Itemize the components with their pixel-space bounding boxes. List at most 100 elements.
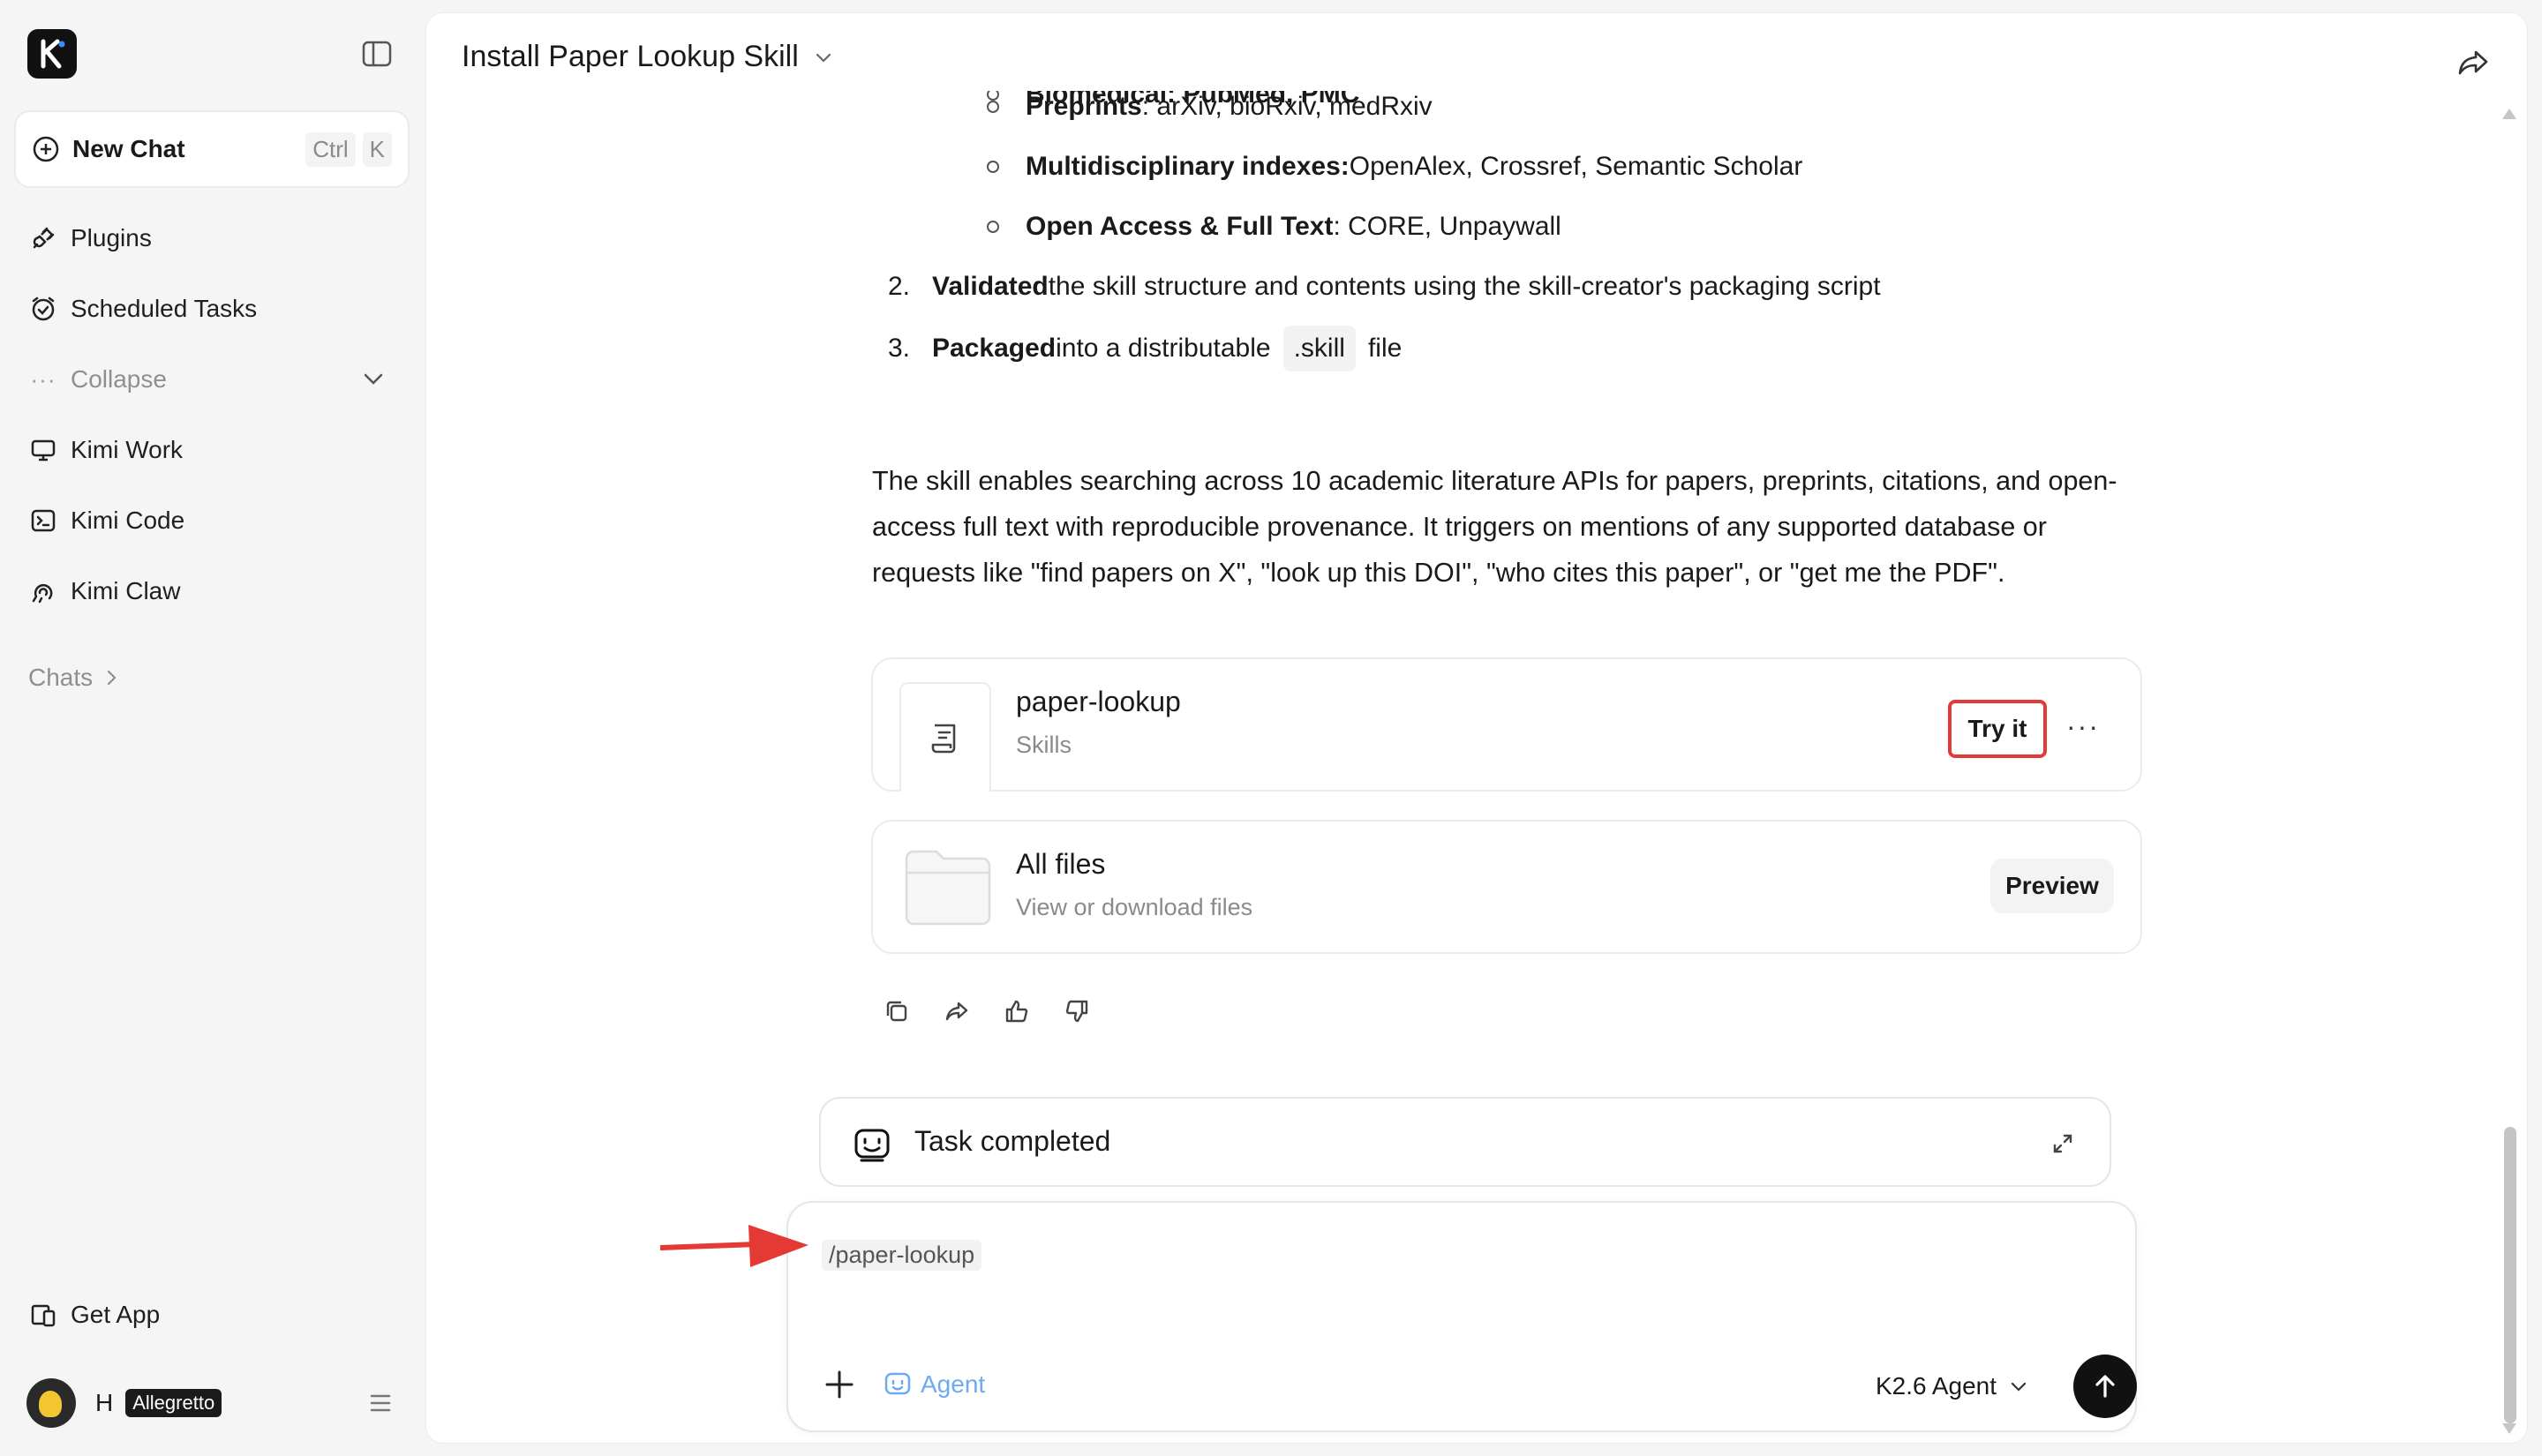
get-app-label: Get App	[71, 1301, 161, 1328]
scrollbar-thumb[interactable]	[2504, 1127, 2516, 1423]
slash-command-chip[interactable]: /paper-lookup	[822, 1240, 982, 1271]
chevron-down-icon[interactable]	[360, 365, 387, 392]
terminal-icon	[28, 506, 58, 536]
try-it-button[interactable]: Try it	[1948, 700, 2047, 758]
list-item: 2. Validated the skill structure and con…	[888, 266, 1881, 308]
list-item: Open Access & Full Text: CORE, Unpaywall	[987, 206, 1561, 248]
sidebar-item-label: Collapse	[71, 365, 167, 393]
avatar	[26, 1378, 76, 1428]
user-name: H	[95, 1389, 114, 1416]
bullet-text: : CORE, Unpaywall	[1333, 212, 1561, 241]
alarm-clock-icon	[28, 294, 58, 324]
sidebar-item-collapse[interactable]: ··· Collapse	[28, 358, 167, 401]
sidebar-item-kimi-claw[interactable]: Kimi Claw	[28, 570, 180, 612]
arrow-up-icon	[2095, 1375, 2115, 1398]
step-bold: Packaged	[932, 334, 1057, 363]
skill-name: paper-lookup	[1016, 686, 1181, 717]
sidebar-item-label: Kimi Claw	[71, 577, 181, 604]
task-status-label: Task completed	[914, 1125, 1111, 1157]
sidebar-item-label: Plugins	[71, 224, 152, 251]
share-icon[interactable]	[2456, 45, 2492, 80]
devices-icon	[28, 1300, 58, 1330]
bullet-text: OpenAlex, Crossref, Semantic Scholar	[1349, 152, 1803, 181]
chats-label: Chats	[28, 664, 94, 691]
step-number: 3.	[888, 334, 911, 363]
step-text: the skill structure and contents using t…	[1048, 272, 1881, 301]
bullet-marker	[987, 101, 999, 113]
sidebar-item-label: Kimi Work	[71, 436, 184, 463]
preview-button[interactable]: Preview	[1990, 859, 2114, 913]
chevron-down-icon	[816, 53, 831, 63]
plus-icon[interactable]	[822, 1367, 857, 1402]
chats-section-toggle[interactable]: Chats	[28, 664, 121, 692]
skill-type: Skills	[1016, 732, 1072, 758]
more-dots-icon: ···	[30, 365, 56, 393]
sidebar: New Chat Ctrl K Plugins Scheduled Tasks …	[0, 0, 425, 1456]
model-label: K2.6 Agent	[1876, 1372, 1997, 1400]
list-item: Multidisciplinary indexes: OpenAlex, Cro…	[987, 146, 1802, 188]
chevron-right-icon	[108, 670, 117, 686]
agent-face-icon	[854, 1129, 890, 1162]
shortcut-ctrl: Ctrl	[305, 131, 356, 167]
agent-toggle-button[interactable]: Agent	[884, 1370, 985, 1399]
annotation-arrow-icon	[660, 1225, 808, 1267]
skill-card[interactable]: paper-lookup Skills Try it ···	[871, 657, 2142, 792]
sidebar-item-kimi-code[interactable]: Kimi Code	[28, 499, 184, 542]
claw-icon	[28, 576, 58, 606]
files-card[interactable]: All files View or download files Preview	[871, 820, 2142, 954]
task-status-bar[interactable]: Task completed	[819, 1097, 2111, 1187]
bullet-marker	[987, 221, 999, 233]
shortcut-k: K	[362, 131, 392, 167]
bullet-bold: Preprints	[1026, 92, 1142, 121]
chevron-down-icon	[2011, 1382, 2027, 1392]
plug-icon	[28, 223, 58, 253]
get-app-link[interactable]: Get App	[28, 1294, 160, 1336]
files-title: All files	[1016, 848, 1106, 880]
step-text: into a distributable	[1056, 334, 1271, 363]
sidebar-toggle-icon[interactable]	[362, 41, 392, 67]
sidebar-item-scheduled-tasks[interactable]: Scheduled Tasks	[28, 288, 257, 330]
user-profile[interactable]: H Allegretto	[26, 1378, 397, 1428]
message-actions	[884, 998, 1124, 1030]
scroll-document-icon	[899, 682, 991, 792]
folder-icon	[905, 850, 991, 926]
plan-badge: Allegretto	[125, 1389, 222, 1417]
menu-icon[interactable]	[367, 1391, 394, 1415]
more-options-button[interactable]: ···	[2066, 710, 2102, 746]
model-selector[interactable]: K2.6 Agent	[1876, 1372, 2028, 1400]
step-bold: Validated	[932, 272, 1049, 301]
thumbs-up-icon[interactable]	[1004, 998, 1035, 1030]
thumbs-down-icon[interactable]	[1064, 998, 1095, 1030]
page-title: Install Paper Lookup Skill	[462, 40, 799, 73]
sidebar-item-plugins[interactable]: Plugins	[28, 217, 152, 259]
bullet-bold: Open Access & Full Text	[1026, 212, 1334, 241]
summary-paragraph: The skill enables searching across 10 ac…	[872, 466, 2117, 588]
agent-label: Agent	[921, 1370, 986, 1398]
bullet-marker	[987, 161, 999, 173]
plus-circle-icon	[33, 136, 59, 162]
inline-code: .skill	[1282, 326, 1356, 372]
sidebar-item-label: Scheduled Tasks	[71, 295, 258, 322]
new-chat-button[interactable]: New Chat Ctrl K	[14, 110, 410, 188]
share-icon[interactable]	[944, 998, 975, 1030]
new-chat-label: New Chat	[72, 135, 185, 162]
sidebar-item-kimi-work[interactable]: Kimi Work	[28, 429, 183, 471]
bullet-bold: Multidisciplinary indexes:	[1026, 152, 1350, 181]
monitor-icon	[28, 435, 58, 465]
sidebar-item-label: Kimi Code	[71, 507, 185, 534]
chat-title-dropdown[interactable]: Install Paper Lookup Skill	[462, 40, 834, 74]
copy-icon[interactable]	[884, 998, 915, 1030]
scroll-down-arrow[interactable]	[2502, 1423, 2516, 1434]
kimi-logo-icon[interactable]	[27, 29, 77, 79]
files-subtitle: View or download files	[1016, 894, 1253, 920]
scroll-up-arrow[interactable]	[2502, 109, 2516, 119]
message-composer[interactable]: /paper-lookup Agent K2.6 Agent	[786, 1201, 2137, 1432]
list-item: 3. Packaged into a distributable .skill …	[888, 326, 1402, 372]
agent-face-icon	[884, 1372, 911, 1395]
expand-icon[interactable]	[2051, 1132, 2074, 1155]
send-button[interactable]	[2073, 1355, 2137, 1418]
list-item: Preprints: arXiv, bioRxiv, medRxiv	[987, 86, 1433, 128]
bullet-text: : arXiv, bioRxiv, medRxiv	[1141, 92, 1433, 121]
step-tail: file	[1367, 334, 1403, 363]
step-number: 2.	[888, 272, 911, 301]
